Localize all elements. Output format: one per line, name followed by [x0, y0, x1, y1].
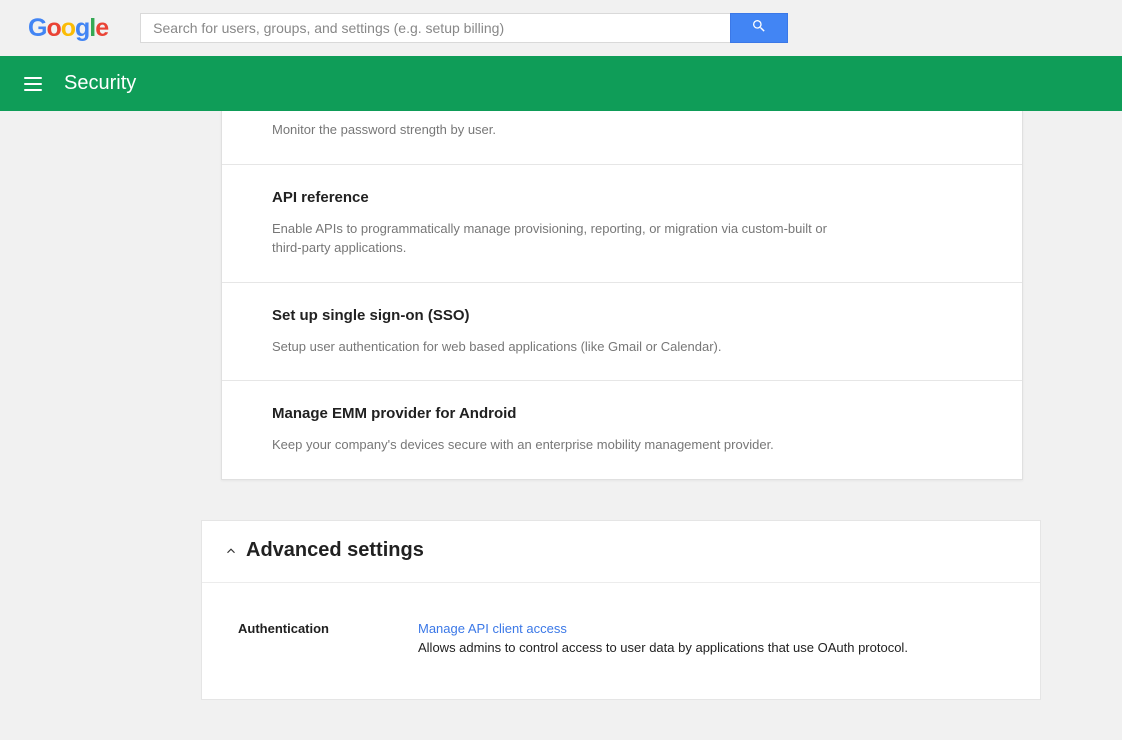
settings-item-api-reference[interactable]: API reference Enable APIs to programmati…	[222, 164, 1022, 282]
search-button[interactable]	[730, 13, 788, 43]
page-header: Security	[0, 56, 1122, 111]
page-title: Security	[64, 72, 136, 95]
advanced-settings-toggle[interactable]: Advanced settings	[202, 521, 1040, 583]
menu-icon[interactable]	[24, 72, 48, 96]
settings-card-list: Monitor the password strength by user. A…	[221, 111, 1023, 480]
settings-item-desc: Monitor the password strength by user.	[272, 121, 832, 140]
search-box	[140, 13, 788, 43]
settings-item-title: Manage EMM provider for Android	[272, 405, 972, 422]
advanced-settings-heading: Advanced settings	[246, 539, 424, 562]
manage-api-client-access-link[interactable]: Manage API client access	[418, 621, 567, 636]
settings-item-title: API reference	[272, 189, 972, 206]
chevron-up-icon	[222, 542, 240, 560]
advanced-settings-card: Advanced settings Authentication Manage …	[201, 520, 1041, 700]
search-icon	[751, 18, 767, 39]
settings-item-password-monitoring[interactable]: Monitor the password strength by user.	[222, 111, 1022, 164]
advanced-settings-body: Authentication Manage API client access …	[202, 583, 1040, 699]
settings-item-desc: Keep your company's devices secure with …	[272, 436, 832, 455]
settings-item-emm-android[interactable]: Manage EMM provider for Android Keep you…	[222, 380, 1022, 479]
search-input[interactable]	[140, 13, 730, 43]
advanced-auth-desc: Allows admins to control access to user …	[418, 640, 1004, 655]
settings-item-title: Set up single sign-on (SSO)	[272, 307, 972, 324]
settings-item-desc: Setup user authentication for web based …	[272, 338, 832, 357]
top-bar: Google	[0, 0, 1122, 56]
settings-item-sso[interactable]: Set up single sign-on (SSO) Setup user a…	[222, 282, 1022, 381]
settings-item-desc: Enable APIs to programmatically manage p…	[272, 220, 832, 258]
advanced-auth-label: Authentication	[238, 621, 418, 655]
google-logo: Google	[28, 14, 108, 43]
